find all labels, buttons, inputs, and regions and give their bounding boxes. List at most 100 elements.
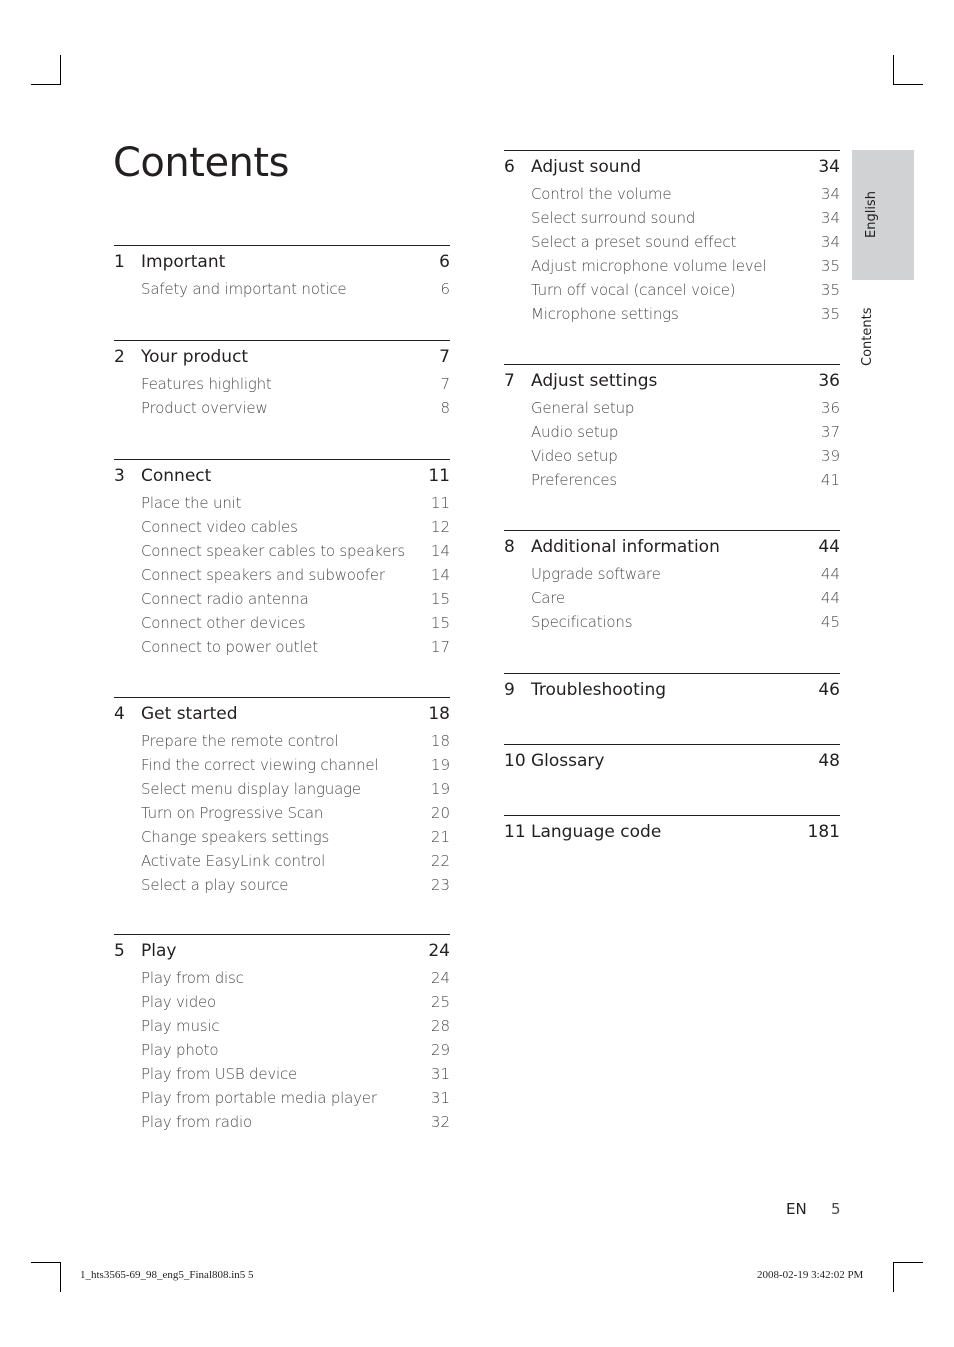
entry-page: 39 (820, 447, 840, 465)
toc-entry[interactable]: Turn on Progressive Scan 20 (114, 802, 450, 826)
toc-section-heading[interactable]: 10 Glossary 48 (504, 745, 840, 777)
toc-entry[interactable]: Video setup 39 (504, 445, 840, 469)
section-title: Glossary (531, 751, 605, 771)
toc-section-heading[interactable]: 5 Play 24 (114, 935, 450, 967)
entry-title: Select a preset sound effect (531, 233, 737, 251)
toc-entry[interactable]: Change speakers settings 21 (114, 826, 450, 850)
toc-entry[interactable]: Prepare the remote control 18 (114, 730, 450, 754)
entry-page: 34 (820, 185, 840, 203)
entry-title: Place the unit (141, 494, 242, 512)
entry-page: 19 (430, 756, 450, 774)
toc-section-heading[interactable]: 1 Important 6 (114, 246, 450, 278)
toc-entry[interactable]: Connect video cables 12 (114, 516, 450, 540)
crop-mark-top-left-v (60, 55, 61, 85)
toc-section-heading[interactable]: 11 Language code 181 (504, 816, 840, 848)
toc-entry[interactable]: Turn off vocal (cancel voice) 35 (504, 279, 840, 303)
entry-page: 14 (430, 542, 450, 560)
toc-entry[interactable]: Care 44 (504, 587, 840, 611)
toc-entry[interactable]: General setup 36 (504, 397, 840, 421)
toc-entry[interactable]: Place the unit 11 (114, 492, 450, 516)
footer-language: EN (786, 1200, 807, 1218)
toc-entry[interactable]: Specifications 45 (504, 611, 840, 635)
entry-page: 23 (430, 876, 450, 894)
entry-page: 31 (430, 1089, 450, 1107)
entry-title: Play from radio (141, 1113, 252, 1131)
toc-entry[interactable]: Microphone settings 35 (504, 303, 840, 327)
toc-entry[interactable]: Play from radio 32 (114, 1111, 450, 1135)
toc-entry[interactable]: Select menu display language 19 (114, 778, 450, 802)
section-number: 3 (114, 466, 125, 486)
toc-entry[interactable]: Play photo 29 (114, 1039, 450, 1063)
section-page: 18 (428, 704, 450, 724)
entry-title: Play music (141, 1017, 220, 1035)
toc-entry[interactable]: Play from portable media player 31 (114, 1087, 450, 1111)
toc-entry[interactable]: Select a preset sound effect 34 (504, 231, 840, 255)
section-number: 2 (114, 347, 125, 367)
section-title: Play (141, 941, 177, 961)
entry-page: 44 (820, 589, 840, 607)
toc-entry[interactable]: Audio setup 37 (504, 421, 840, 445)
toc-entry[interactable]: Connect other devices 15 (114, 612, 450, 636)
toc-entry[interactable]: Connect speaker cables to speakers 14 (114, 540, 450, 564)
entry-title: Upgrade software (531, 565, 661, 583)
toc-section-heading[interactable]: 9 Troubleshooting 46 (504, 674, 840, 706)
language-tab: English (852, 150, 914, 280)
toc-section-heading[interactable]: 6 Adjust sound 34 (504, 151, 840, 183)
toc-entry[interactable]: Play from USB device 31 (114, 1063, 450, 1087)
entry-page: 22 (430, 852, 450, 870)
section-page: 44 (818, 537, 840, 557)
entry-title: Change speakers settings (141, 828, 330, 846)
toc-entry[interactable]: Connect speakers and subwoofer 14 (114, 564, 450, 588)
entry-page: 8 (440, 399, 450, 417)
entry-title: Connect video cables (141, 518, 298, 536)
section-number: 6 (504, 157, 515, 177)
entry-page: 6 (440, 280, 450, 298)
section-title: Additional information (531, 537, 720, 557)
toc-entry[interactable]: Adjust microphone volume level 35 (504, 255, 840, 279)
section-number: 7 (504, 371, 515, 391)
toc-entry[interactable]: Play from disc 24 (114, 967, 450, 991)
section-page: 7 (439, 347, 450, 367)
entry-title: Audio setup (531, 423, 619, 441)
entry-page: 11 (430, 494, 450, 512)
toc-entry[interactable]: Connect to power outlet 17 (114, 636, 450, 660)
toc-entry[interactable]: Play music 28 (114, 1015, 450, 1039)
toc-section-heading[interactable]: 7 Adjust settings 36 (504, 365, 840, 397)
toc-entry[interactable]: Product overview 8 (114, 397, 450, 421)
section-tab-label: Contents (860, 307, 875, 366)
section-number: 5 (114, 941, 125, 961)
entry-title: Play from portable media player (141, 1089, 377, 1107)
entry-title: Connect speaker cables to speakers (141, 542, 405, 560)
toc-entry[interactable]: Control the volume 34 (504, 183, 840, 207)
entry-page: 31 (430, 1065, 450, 1083)
entry-title: Connect to power outlet (141, 638, 318, 656)
toc-entry[interactable]: Activate EasyLink control 22 (114, 850, 450, 874)
entry-page: 25 (430, 993, 450, 1011)
toc-section: 2 Your product 7 Features highlight 7 Product… (114, 340, 450, 421)
crop-mark-top-right-h (893, 84, 923, 85)
toc-entry[interactable]: Connect radio antenna 15 (114, 588, 450, 612)
entry-page: 35 (820, 257, 840, 275)
section-number: 4 (114, 704, 125, 724)
toc-section: 9 Troubleshooting 46 (504, 673, 840, 706)
entry-page: 44 (820, 565, 840, 583)
toc-entry[interactable]: Upgrade software 44 (504, 563, 840, 587)
toc-section-heading[interactable]: 2 Your product 7 (114, 341, 450, 373)
toc-entry[interactable]: Select a play source 23 (114, 874, 450, 898)
entry-title: Safety and important notice (141, 280, 347, 298)
toc-entry[interactable]: Find the correct viewing channel 19 (114, 754, 450, 778)
toc-entry[interactable]: Preferences 41 (504, 469, 840, 493)
section-number: 8 (504, 537, 515, 557)
toc-section-heading[interactable]: 3 Connect 11 (114, 460, 450, 492)
toc-entry[interactable]: Features highlight 7 (114, 373, 450, 397)
entry-page: 28 (430, 1017, 450, 1035)
toc-entry[interactable]: Safety and important notice 6 (114, 278, 450, 302)
toc-section-heading[interactable]: 4 Get started 18 (114, 698, 450, 730)
toc-entry[interactable]: Select surround sound 34 (504, 207, 840, 231)
slug-timestamp: 2008-02-19 3:42:02 PM (757, 1269, 864, 1281)
toc-entry[interactable]: Play video 25 (114, 991, 450, 1015)
footer-page-number: 5 (831, 1200, 841, 1218)
toc-section-heading[interactable]: 8 Additional information 44 (504, 531, 840, 563)
entry-title: Prepare the remote control (141, 732, 339, 750)
section-page: 6 (439, 252, 450, 272)
